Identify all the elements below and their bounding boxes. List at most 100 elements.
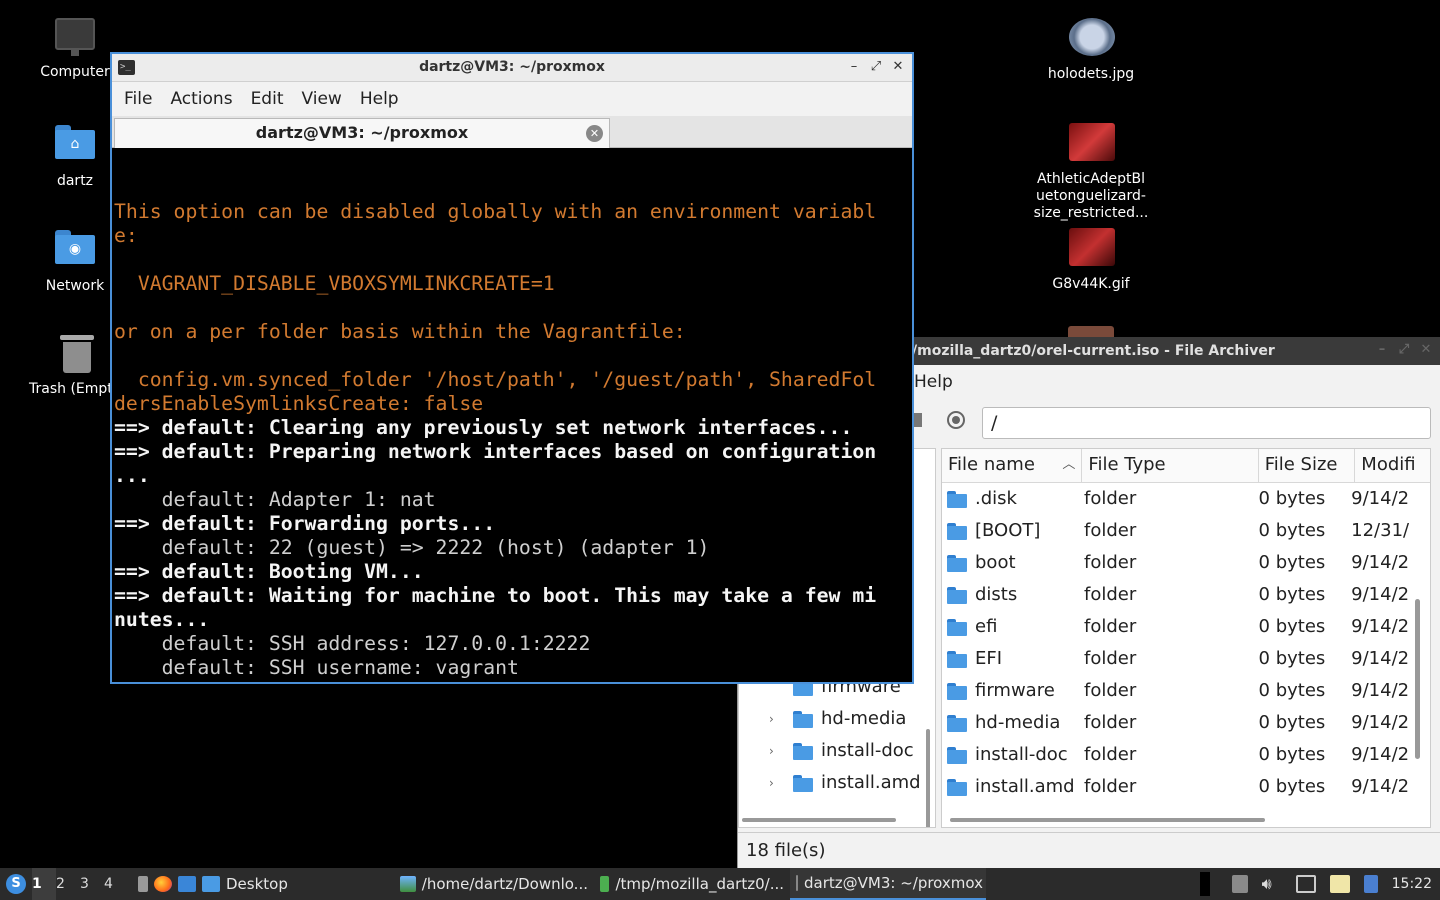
- table-row[interactable]: [BOOT] folder 0 bytes 12/31/: [942, 515, 1430, 547]
- column-header-type[interactable]: File Type: [1082, 449, 1259, 482]
- file-list-pane[interactable]: File name ︿ File Type File Size Modifi .d…: [941, 448, 1431, 828]
- menu-actions[interactable]: Actions: [166, 89, 242, 109]
- task-file-archiver[interactable]: /tmp/mozilla_dartz0/...: [594, 868, 790, 900]
- terminal-line: default: SSH auth method: private key: [114, 680, 912, 682]
- folder-icon: [947, 778, 967, 796]
- menu-edit[interactable]: Edit: [247, 89, 294, 109]
- terminal-titlebar[interactable]: >_ dartz@VM3: ~/proxmox – ⤢ ✕: [112, 54, 912, 82]
- folder-icon: [947, 586, 967, 604]
- folder-icon: [202, 876, 220, 892]
- image-thumbnail-icon: [1069, 123, 1115, 167]
- workspace-4[interactable]: 4: [104, 868, 128, 900]
- close-button[interactable]: ✕: [1418, 340, 1434, 360]
- task-terminal[interactable]: dartz@VM3: ~/proxmox: [790, 868, 986, 900]
- minimize-button[interactable]: –: [1374, 340, 1390, 360]
- clock[interactable]: 15:22: [1392, 876, 1432, 892]
- desktop-icon-athletic[interactable]: AthleticAdeptBl uetonguelizard- size_res…: [1031, 121, 1151, 222]
- terminal-line: ==> default: Preparing network interface…: [114, 440, 877, 463]
- image-thumbnail-icon: [1069, 18, 1115, 62]
- table-row[interactable]: firmware folder 0 bytes 9/14/2: [942, 675, 1430, 707]
- workspace-1[interactable]: 1: [32, 868, 56, 900]
- workspace-3[interactable]: 3: [80, 868, 104, 900]
- folder-icon: [793, 774, 813, 792]
- terminal-line: default: Adapter 1: nat: [114, 488, 436, 511]
- show-desktop-icon[interactable]: [178, 876, 196, 892]
- network-icon[interactable]: [1363, 875, 1378, 893]
- task-image-viewer[interactable]: /home/dartz/Downlo...: [394, 868, 594, 900]
- workspace-2[interactable]: 2: [56, 868, 80, 900]
- terminal-window[interactable]: >_ dartz@VM3: ~/proxmox – ⤢ ✕ File Actio…: [110, 52, 914, 684]
- file-type: folder: [1084, 776, 1137, 797]
- table-row[interactable]: EFI folder 0 bytes 9/14/2: [942, 643, 1430, 675]
- terminal-tab[interactable]: dartz@VM3: ~/proxmox ✕: [114, 118, 610, 148]
- file-modified: 12/31/: [1351, 520, 1410, 541]
- menu-help[interactable]: Help: [356, 89, 409, 109]
- file-type: folder: [1084, 616, 1137, 637]
- terminal-line: default: 22 (guest) => 2222 (host) (adap…: [114, 536, 710, 559]
- maximize-button[interactable]: ⤢: [1396, 340, 1412, 360]
- display-icon[interactable]: [1295, 875, 1316, 893]
- table-row[interactable]: .disk folder 0 bytes 9/14/2: [942, 483, 1430, 515]
- quicklaunch: [128, 868, 196, 900]
- tree-item[interactable]: › install.amd: [769, 767, 921, 799]
- terminal-line: ==> default: Clearing any previously set…: [114, 416, 853, 439]
- table-row[interactable]: efi folder 0 bytes 9/14/2: [942, 611, 1430, 643]
- file-list-header: File name ︿ File Type File Size Modifi: [942, 449, 1430, 483]
- table-row[interactable]: dists folder 0 bytes 9/14/2: [942, 579, 1430, 611]
- desktop-icon-g8v44k[interactable]: G8v44K.gif: [1041, 226, 1141, 293]
- menu-view[interactable]: View: [297, 89, 351, 109]
- file-manager-launcher-icon[interactable]: [138, 876, 148, 892]
- volume-icon[interactable]: 🔊︎: [1262, 875, 1282, 893]
- close-button[interactable]: ✕: [890, 57, 906, 77]
- column-header-name[interactable]: File name ︿: [942, 449, 1083, 482]
- tree-item[interactable]: › install-doc: [769, 735, 914, 767]
- file-name: install-doc: [975, 744, 1068, 765]
- table-row[interactable]: install.amd folder 0 bytes 9/14/2: [942, 771, 1430, 803]
- expander-icon[interactable]: ›: [769, 767, 783, 799]
- file-type: folder: [1084, 712, 1137, 733]
- location-field[interactable]: /: [982, 407, 1431, 439]
- terminal-line: default: SSH username: vagrant: [114, 656, 519, 679]
- desktop-icon-label: AthleticAdeptBl uetonguelizard- size_res…: [1033, 171, 1149, 221]
- minimize-button[interactable]: –: [846, 57, 862, 77]
- table-row[interactable]: boot folder 0 bytes 9/14/2: [942, 547, 1430, 579]
- table-row[interactable]: install-doc folder 0 bytes 9/14/2: [942, 739, 1430, 771]
- maximize-button[interactable]: ⤢: [868, 57, 884, 77]
- file-name: dists: [975, 584, 1018, 605]
- file-modified: 9/14/2: [1351, 776, 1410, 797]
- stop-icon[interactable]: [947, 411, 965, 429]
- desktop-icon-holodets[interactable]: holodets.jpg: [1041, 16, 1141, 83]
- file-name: install.amd: [975, 776, 1075, 797]
- close-tab-icon[interactable]: ✕: [586, 125, 603, 142]
- menu-file[interactable]: File: [120, 89, 162, 109]
- file-modified: 9/14/2: [1351, 488, 1410, 509]
- expander-icon[interactable]: ›: [769, 735, 783, 767]
- desktop-icon-label: G8v44K.gif: [1052, 276, 1130, 292]
- notes-icon[interactable]: [1329, 875, 1350, 893]
- task-desktop[interactable]: Desktop: [196, 868, 394, 900]
- terminal-line: ...: [114, 464, 150, 487]
- table-row[interactable]: hd-media folder 0 bytes 9/14/2: [942, 707, 1430, 739]
- menu-item-help[interactable]: Help: [914, 372, 953, 392]
- terminal-line: ==> default: Forwarding ports...: [114, 512, 496, 535]
- tree-hscrollbar[interactable]: [742, 818, 896, 822]
- expander-icon[interactable]: ›: [769, 703, 783, 735]
- file-list-hscrollbar[interactable]: [950, 818, 1265, 822]
- app-menu-button[interactable]: S: [0, 868, 32, 900]
- desktop-icon-label: holodets.jpg: [1047, 66, 1135, 82]
- column-header-size[interactable]: File Size: [1259, 449, 1356, 482]
- file-size: 0 bytes: [1258, 552, 1326, 573]
- image-viewer-icon: [400, 876, 416, 892]
- folder-icon: [947, 522, 967, 540]
- tree-item[interactable]: › hd-media: [769, 703, 906, 735]
- file-list-scrollbar[interactable]: [1415, 599, 1420, 759]
- file-type: folder: [1084, 680, 1137, 701]
- folder-icon: [947, 490, 967, 508]
- clipboard-icon[interactable]: [1231, 875, 1248, 893]
- terminal-output[interactable]: This option can be disabled globally wit…: [112, 150, 912, 682]
- file-type: folder: [1084, 648, 1137, 669]
- firefox-icon[interactable]: [154, 876, 172, 892]
- column-header-modified[interactable]: Modifi: [1355, 449, 1430, 482]
- toolbar-button-partial[interactable]: [914, 413, 922, 427]
- tree-scrollbar[interactable]: [926, 729, 930, 827]
